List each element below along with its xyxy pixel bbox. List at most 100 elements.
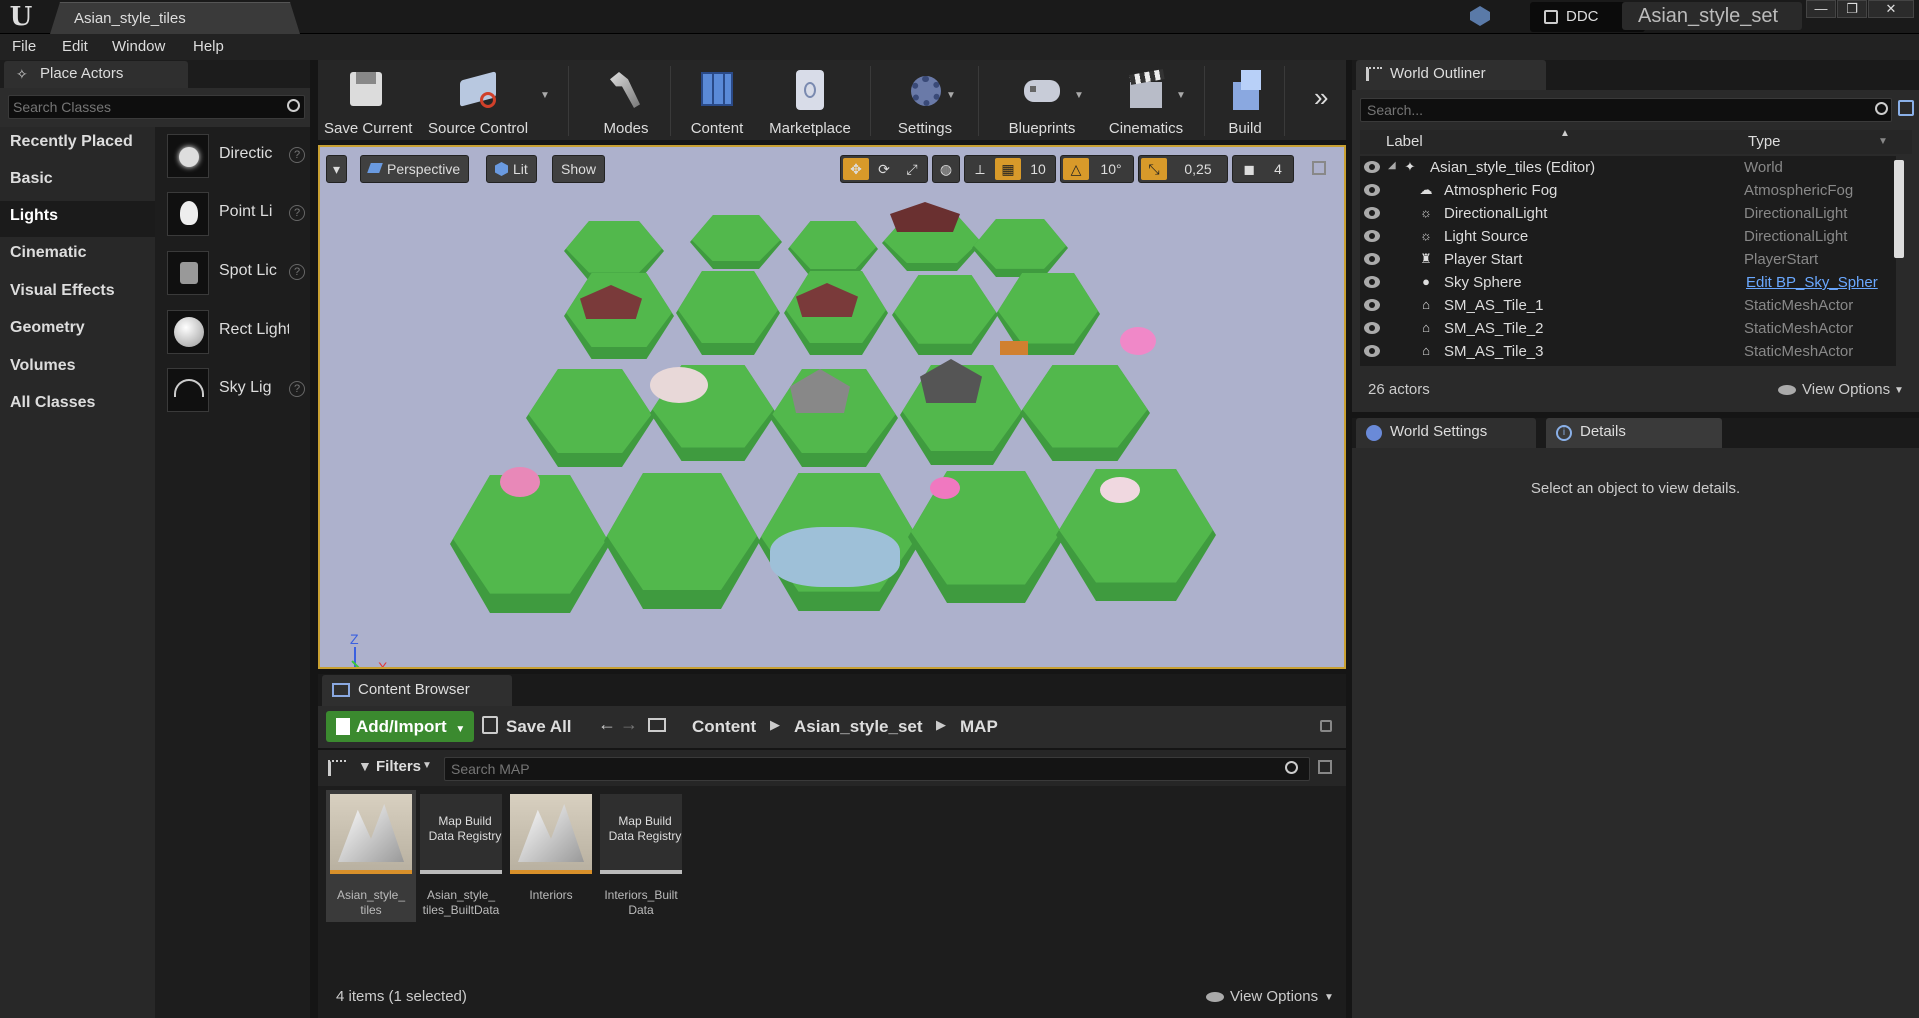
- rotate-icon[interactable]: ⟳: [871, 158, 897, 180]
- visibility-eye-icon[interactable]: [1364, 322, 1380, 334]
- grid-snap-icon[interactable]: ▦: [995, 158, 1021, 180]
- settings-button[interactable]: Settings: [882, 64, 968, 138]
- column-label-header[interactable]: Label: [1386, 133, 1423, 150]
- translate-icon[interactable]: ✥: [843, 158, 869, 180]
- lit-button[interactable]: Lit: [486, 155, 537, 183]
- save-current-button[interactable]: Save Current: [324, 64, 412, 138]
- visibility-eye-icon[interactable]: [1364, 161, 1380, 173]
- visibility-eye-icon[interactable]: [1364, 184, 1380, 196]
- edit-blueprint-link[interactable]: Edit BP_Sky_Spher: [1746, 274, 1878, 291]
- outliner-row[interactable]: ☼ DirectionalLight DirectionalLight: [1360, 202, 1896, 225]
- scale-snap-value[interactable]: 0,25: [1171, 158, 1225, 180]
- expand-arrow-icon[interactable]: ◢: [1388, 160, 1396, 171]
- blueprints-button[interactable]: Blueprints: [988, 64, 1096, 138]
- help-icon[interactable]: ?: [289, 205, 305, 221]
- minimize-button[interactable]: —: [1806, 0, 1836, 18]
- breadcrumb-separator-icon[interactable]: ▶: [770, 717, 780, 733]
- help-icon[interactable]: ?: [289, 264, 305, 280]
- folder-icon[interactable]: [648, 718, 666, 732]
- visibility-eye-icon[interactable]: [1364, 207, 1380, 219]
- outliner-row[interactable]: ☁ Atmospheric Fog AtmosphericFog: [1360, 179, 1896, 202]
- content-browser-tab[interactable]: Content Browser: [322, 675, 512, 706]
- outliner-row[interactable]: ⌂ SM_AS_Tile_2 StaticMeshActor: [1360, 317, 1896, 340]
- category-recently-placed[interactable]: Recently Placed: [0, 127, 155, 163]
- lock-icon[interactable]: [1320, 720, 1332, 732]
- search-icon[interactable]: [287, 99, 300, 112]
- asset-tile[interactable]: Map Build Data Registry Asian_style_ til…: [416, 790, 506, 922]
- asset-tile[interactable]: Asian_style_ tiles: [326, 790, 416, 922]
- outliner-row[interactable]: ⌂ SM_AS_Tile_3 StaticMeshActor: [1360, 340, 1896, 363]
- outliner-scrollbar[interactable]: [1894, 160, 1904, 258]
- rotation-snap-icon[interactable]: △: [1063, 158, 1089, 180]
- outliner-row[interactable]: ♜ Player Start PlayerStart: [1360, 248, 1896, 271]
- rotation-snap-value[interactable]: 10°: [1091, 158, 1131, 180]
- place-actors-tab[interactable]: ✧ Place Actors: [4, 61, 188, 88]
- category-basic[interactable]: Basic: [0, 164, 155, 200]
- menu-file[interactable]: File: [12, 38, 36, 55]
- source-control-dropdown-icon[interactable]: ▼: [540, 90, 550, 101]
- filters-dropdown-icon[interactable]: ▼: [422, 760, 432, 771]
- breadcrumb-separator-icon[interactable]: ▶: [936, 717, 946, 733]
- camera-speed-group[interactable]: ◼ 4: [1232, 155, 1294, 183]
- category-volumes[interactable]: Volumes: [0, 351, 155, 387]
- actor-point-light[interactable]: Point Li ?: [163, 189, 308, 239]
- outliner-row[interactable]: ☼ Light Source DirectionalLight: [1360, 225, 1896, 248]
- breadcrumb-asian-style-set[interactable]: Asian_style_set: [794, 717, 923, 737]
- menu-window[interactable]: Window: [112, 38, 165, 55]
- source-control-button[interactable]: Source Control: [428, 64, 528, 138]
- asset-tile[interactable]: Map Build Data Registry Interiors_Built …: [596, 790, 686, 922]
- perspective-button[interactable]: Perspective: [360, 155, 470, 183]
- search-icon[interactable]: [1875, 102, 1888, 115]
- visibility-eye-icon[interactable]: [1364, 299, 1380, 311]
- close-window-button[interactable]: ✕: [1868, 0, 1914, 18]
- help-icon[interactable]: ?: [289, 147, 305, 163]
- view-options-button[interactable]: View Options: [1230, 988, 1318, 1005]
- settings-dropdown-icon[interactable]: ▼: [946, 90, 956, 101]
- filters-button[interactable]: Filters: [376, 758, 421, 775]
- help-icon[interactable]: ?: [289, 381, 305, 397]
- back-arrow-icon[interactable]: ←: [598, 714, 616, 735]
- actor-directional-light[interactable]: Directic ?: [163, 131, 308, 181]
- visibility-eye-icon[interactable]: [1364, 253, 1380, 265]
- outliner-view-options-dropdown-icon[interactable]: ▼: [1894, 385, 1904, 396]
- class-search-input[interactable]: [13, 98, 273, 116]
- add-import-button[interactable]: Add/Import ▼: [326, 711, 474, 742]
- breadcrumb-content[interactable]: Content: [692, 717, 756, 737]
- actor-sky-light[interactable]: Sky Lig ?: [163, 365, 308, 415]
- breadcrumb-map[interactable]: MAP: [960, 717, 998, 737]
- level-tab[interactable]: Asian_style_tiles: [50, 2, 300, 34]
- viewport-options-dropdown[interactable]: ▾: [326, 155, 348, 183]
- menu-help[interactable]: Help: [193, 38, 224, 55]
- cinematics-button[interactable]: Cinematics: [1094, 64, 1198, 138]
- grid-snap-value[interactable]: 10: [1023, 158, 1053, 180]
- save-all-button[interactable]: Save All: [506, 717, 572, 737]
- scale-snap-icon[interactable]: ⤡: [1141, 158, 1167, 180]
- category-cinematic[interactable]: Cinematic: [0, 238, 155, 274]
- outliner-row[interactable]: ⌂ SM_AS_Tile_1 StaticMeshActor: [1360, 294, 1896, 317]
- search-icon[interactable]: [1285, 761, 1298, 774]
- actor-rect-light[interactable]: Rect Light: [163, 307, 308, 357]
- eye-icon[interactable]: [1206, 992, 1224, 1002]
- visibility-eye-icon[interactable]: [1364, 276, 1380, 288]
- outliner-row[interactable]: ◢ ✦ Asian_style_tiles (Editor) World: [1360, 156, 1896, 179]
- outliner-search-input[interactable]: [1367, 101, 1857, 119]
- visibility-eye-icon[interactable]: [1364, 345, 1380, 357]
- maximize-button[interactable]: ❐: [1837, 0, 1867, 18]
- build-button[interactable]: Build: [1212, 64, 1278, 138]
- surface-snap-icon[interactable]: ⟂: [967, 158, 993, 180]
- cinematics-dropdown-icon[interactable]: ▼: [1176, 90, 1186, 101]
- category-geometry[interactable]: Geometry: [0, 313, 155, 349]
- world-outliner-tab[interactable]: World Outliner: [1356, 60, 1546, 90]
- asset-tile[interactable]: Interiors: [506, 790, 596, 922]
- world-settings-tab[interactable]: World Settings: [1356, 418, 1536, 448]
- content-button[interactable]: Content: [682, 64, 752, 138]
- scale-icon[interactable]: ⤢: [899, 158, 925, 180]
- toolbar-overflow-icon[interactable]: »: [1314, 82, 1328, 113]
- category-lights[interactable]: Lights: [0, 201, 155, 237]
- category-all-classes[interactable]: All Classes: [0, 388, 155, 424]
- actor-spot-light[interactable]: Spot Lic ?: [163, 248, 308, 298]
- type-column-dropdown-icon[interactable]: ▼: [1878, 136, 1888, 147]
- category-visual-effects[interactable]: Visual Effects: [0, 276, 155, 312]
- menu-edit[interactable]: Edit: [62, 38, 88, 55]
- column-type-header[interactable]: Type: [1748, 133, 1781, 150]
